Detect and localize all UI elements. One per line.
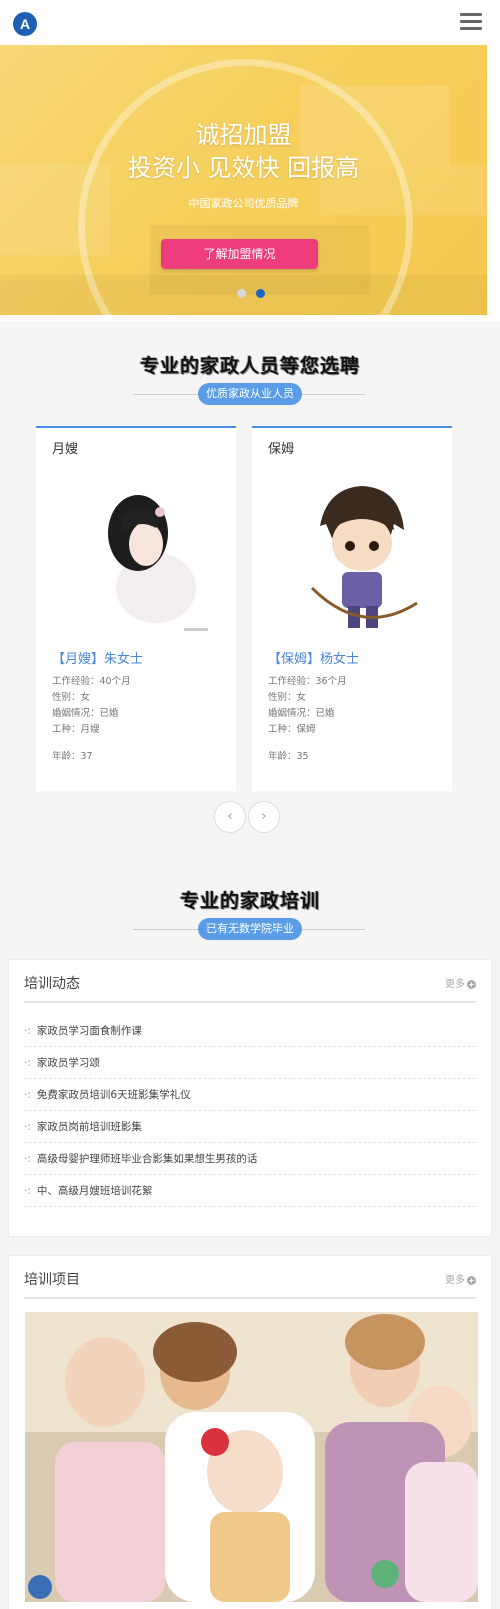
list-item[interactable]: ·: 家政员学习面食制作课	[24, 1015, 476, 1047]
bullet: ·:	[24, 1025, 31, 1037]
list-item[interactable]: ·: 免费家政员培训6天班影集学礼仪	[24, 1079, 476, 1111]
panel-header: 培训动态 更多 +	[24, 960, 476, 1003]
list-item[interactable]: ·: 家政员岗前培训班影集	[24, 1111, 476, 1143]
logo[interactable]: A	[13, 12, 37, 36]
staff-category: 月嫂	[52, 442, 79, 457]
bullet: ·:	[24, 1121, 31, 1133]
staff-name[interactable]: 【月嫂】朱女士	[52, 648, 143, 667]
staff-section-pill: 优质家政从业人员	[198, 383, 302, 405]
bullet: ·:	[24, 1057, 31, 1069]
training-news-panel: 培训动态 更多 + ·: 家政员学习面食制作课 ·: 家政员学习颂 ·: 免费家政员培训…	[8, 959, 492, 1237]
training-section-pill: 已有无数学院毕业	[198, 918, 302, 940]
staff-gender: 性别：女	[52, 692, 91, 703]
panel-header: 培训项目 更多 +	[24, 1256, 476, 1299]
staff-experience: 工作经验：36个月	[268, 676, 347, 687]
bullet: ·:	[24, 1185, 31, 1197]
news-title: 家政员学习面食制作课	[36, 1025, 142, 1037]
more-link[interactable]: 更多 +	[445, 1271, 476, 1286]
staff-marital: 婚姻情况：已婚	[52, 708, 119, 719]
carousel-dot-1[interactable]	[237, 289, 246, 298]
staff-marital: 婚姻情况：已婚	[268, 708, 335, 719]
staff-photo	[310, 486, 418, 628]
news-title: 高级母婴护理师班毕业合影集如果想生男孩的话	[36, 1153, 258, 1165]
news-title: 中、高级月嫂班培训花絮	[36, 1185, 153, 1197]
training-section: 专业的家政培训 已有无数学院毕业 培训动态 更多 + ·: 家政员学习面食制作课 ·…	[0, 861, 500, 1609]
list-item[interactable]: ·: 中、高级月嫂班培训花絮	[24, 1175, 476, 1207]
staff-job: 工种：月嫂	[52, 724, 100, 735]
staff-category: 保姆	[268, 442, 295, 457]
bullet: ·:	[24, 1089, 31, 1101]
training-project-photo[interactable]	[25, 1312, 478, 1602]
franchise-info-button[interactable]: 了解加盟情况	[161, 239, 318, 269]
news-list: ·: 家政员学习面食制作课 ·: 家政员学习颂 ·: 免费家政员培训6天班影集学礼仪 …	[24, 1015, 476, 1207]
staff-name[interactable]: 【保姆】杨女士	[268, 648, 359, 667]
training-section-title: 专业的家政培训	[179, 890, 320, 912]
staff-card[interactable]: 保姆 【保姆】杨女士 工作经验：36个月 性别：女 婚姻情况：已婚 工种：保姆 …	[252, 426, 452, 791]
panel-title: 培训动态	[24, 976, 80, 992]
news-title: 免费家政员培训6天班影集学礼仪	[36, 1089, 191, 1101]
staff-card[interactable]: 月嫂 【月嫂】朱女士 工作经验：40个月 性别：女 婚姻情况：已婚 工种：月嫂 …	[36, 426, 236, 791]
header: A	[0, 0, 500, 45]
plus-circle-icon: +	[467, 979, 476, 989]
staff-photo	[108, 495, 208, 631]
hero-banner: 诚招加盟 投资小 见效快 回报高 中国家政公司优质品牌 了解加盟情况	[0, 45, 487, 315]
banner-headline-2: 投资小 见效快 回报高	[127, 154, 360, 182]
panel-title: 培训项目	[24, 1272, 80, 1288]
staff-age: 年龄：37	[52, 751, 93, 762]
staff-section: 专业的家政人员等您选聘 优质家政从业人员 月嫂 【月嫂】朱女士 工作经验：40个…	[0, 321, 500, 861]
next-arrow-icon[interactable]: ›	[248, 801, 280, 833]
news-title: 家政员学习颂	[36, 1057, 100, 1069]
carousel-nav: ‹ ›	[214, 801, 280, 833]
more-label: 更多	[445, 979, 465, 990]
staff-info: 工作经验：36个月 性别：女 婚姻情况：已婚 工种：保姆	[268, 674, 347, 738]
more-link[interactable]: 更多 +	[445, 975, 476, 990]
staff-info: 工作经验：40个月 性别：女 婚姻情况：已婚 工种：月嫂	[52, 674, 131, 738]
training-projects-panel: 培训项目 更多 +	[8, 1255, 492, 1609]
carousel-dot-2[interactable]	[256, 289, 265, 298]
news-title: 家政员岗前培训班影集	[36, 1121, 142, 1133]
list-item[interactable]: ·: 高级母婴护理师班毕业合影集如果想生男孩的话	[24, 1143, 476, 1175]
more-label: 更多	[445, 1275, 465, 1286]
plus-circle-icon: +	[467, 1275, 476, 1285]
staff-experience: 工作经验：40个月	[52, 676, 131, 687]
bullet: ·:	[24, 1153, 31, 1165]
prev-arrow-icon[interactable]: ‹	[214, 801, 246, 833]
staff-gender: 性别：女	[268, 692, 307, 703]
banner-subtitle: 中国家政公司优质品牌	[188, 197, 299, 210]
menu-icon[interactable]	[460, 13, 482, 31]
staff-job: 工种：保姆	[268, 724, 316, 735]
staff-section-title: 专业的家政人员等您选聘	[139, 355, 360, 377]
list-item[interactable]: ·: 家政员学习颂	[24, 1047, 476, 1079]
logo-letter: A	[19, 16, 31, 32]
staff-age: 年龄：35	[268, 751, 309, 762]
banner-headline-1: 诚招加盟	[195, 121, 292, 149]
carousel-dots	[237, 289, 265, 298]
